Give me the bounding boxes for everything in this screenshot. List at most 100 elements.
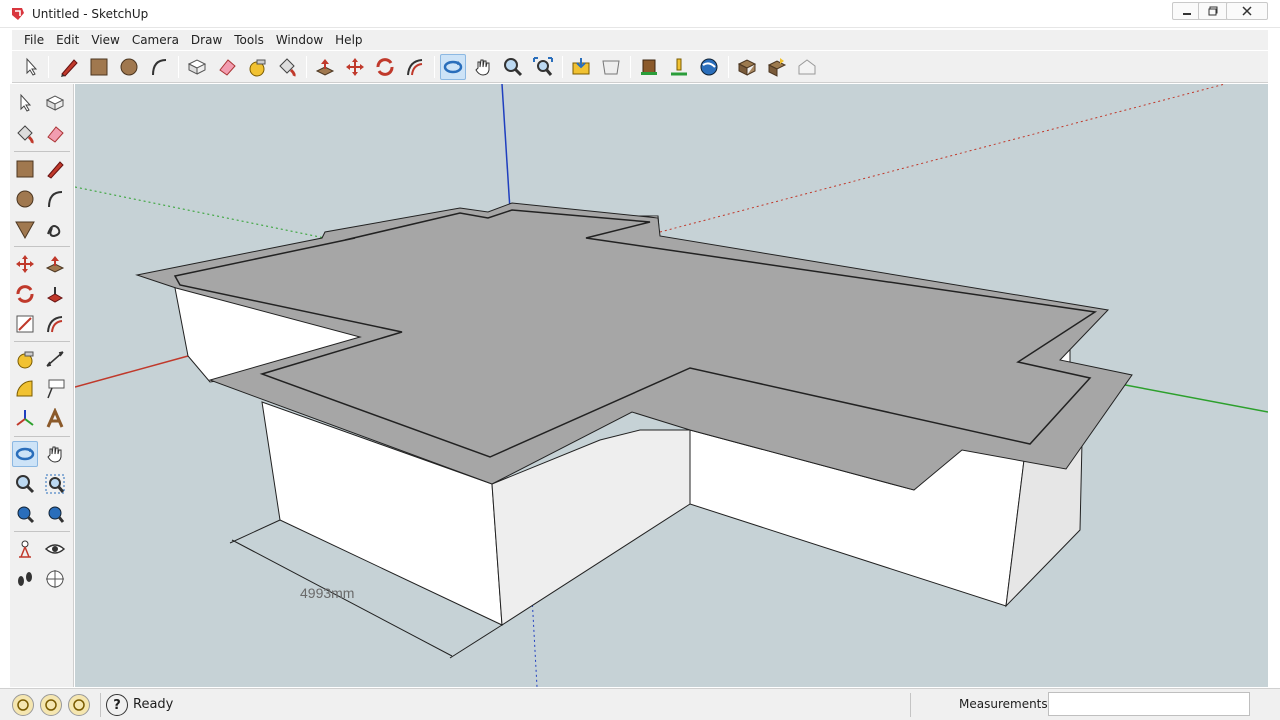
close-icon: [1242, 6, 1252, 16]
palette-3d-text-button[interactable]: [42, 406, 68, 432]
palette-pan-button[interactable]: [42, 441, 68, 467]
select-icon: [20, 93, 32, 112]
measurements-input[interactable]: [1048, 692, 1250, 716]
freehand-icon: [47, 225, 61, 238]
menu-edit[interactable]: Edit: [50, 33, 85, 47]
pencil-icon: [47, 161, 64, 179]
palette-follow-me-button[interactable]: [42, 281, 68, 307]
palette-dimension-button[interactable]: [42, 346, 68, 372]
palette-make-component-button[interactable]: [42, 90, 68, 116]
preview-button[interactable]: [794, 54, 820, 80]
3d-warehouse-button[interactable]: [636, 54, 662, 80]
palette-polygon-button[interactable]: [12, 216, 38, 242]
palette-push-pull-button[interactable]: [42, 251, 68, 277]
window-title: Untitled - SketchUp: [32, 7, 149, 21]
select-icon: [26, 57, 38, 76]
main-toolbar: [12, 51, 1268, 83]
rotate-tool-button[interactable]: [372, 54, 398, 80]
palette-look-around-button[interactable]: [42, 536, 68, 562]
green-axis-dotted: [75, 186, 326, 239]
paint-bucket-button[interactable]: [274, 54, 300, 80]
account-icon[interactable]: [68, 694, 90, 716]
zoom-tool-button[interactable]: [500, 54, 526, 80]
rectangle-tool-button[interactable]: [86, 54, 112, 80]
title-bar: Untitled - SketchUp: [0, 0, 1280, 28]
geo-location-icon[interactable]: [12, 694, 34, 716]
palette-paint-bucket-button[interactable]: [12, 121, 38, 147]
offset-tool-button[interactable]: [402, 54, 428, 80]
palette-orbit-button[interactable]: [12, 441, 38, 467]
palette-text-button[interactable]: [42, 376, 68, 402]
model-viewport[interactable]: 4993mm: [75, 84, 1268, 687]
menu-window[interactable]: Window: [270, 33, 329, 47]
eraser-icon: [47, 126, 64, 143]
restore-button[interactable]: [1198, 2, 1228, 20]
red-axis: [75, 355, 189, 388]
palette-scale-button[interactable]: [12, 311, 38, 337]
google-earth-button[interactable]: [696, 54, 722, 80]
preview-icon: [798, 59, 816, 75]
rotate-icon: [16, 285, 34, 303]
palette-previous-view-button[interactable]: [12, 501, 38, 527]
push-pull-icon: [45, 256, 65, 273]
share-model-button[interactable]: [598, 54, 624, 80]
add-location-button[interactable]: [666, 54, 692, 80]
push-pull-icon: [315, 59, 335, 76]
palette-eraser-button[interactable]: [42, 121, 68, 147]
palette-arc-button[interactable]: [42, 186, 68, 212]
menu-tools[interactable]: Tools: [228, 33, 270, 47]
palette-move-button[interactable]: [12, 251, 38, 277]
make-component-button[interactable]: [184, 54, 210, 80]
circle-icon: [120, 58, 138, 76]
menu-view[interactable]: View: [85, 33, 125, 47]
push-pull-button[interactable]: [312, 54, 338, 80]
move-tool-button[interactable]: [342, 54, 368, 80]
share-component-button[interactable]: [764, 54, 790, 80]
get-models-button[interactable]: [568, 54, 594, 80]
close-button[interactable]: [1226, 2, 1268, 20]
menu-draw[interactable]: Draw: [185, 33, 228, 47]
palette-freehand-button[interactable]: [42, 216, 68, 242]
palette-zoom-extents-button[interactable]: [42, 501, 68, 527]
orbit-tool-button[interactable]: [440, 54, 466, 80]
previous-view-icon: [17, 506, 35, 524]
protractor-icon: [16, 380, 33, 397]
palette-walk-button[interactable]: [12, 566, 38, 592]
credits-glyph: [45, 699, 57, 711]
zoom-extents-button[interactable]: [530, 54, 556, 80]
rectangle-icon: [90, 58, 108, 76]
pencil-tool-button[interactable]: [56, 54, 82, 80]
model-canvas[interactable]: 4993mm: [75, 84, 1268, 687]
pan-tool-button[interactable]: [470, 54, 496, 80]
palette-section-plane-button[interactable]: [42, 566, 68, 592]
palette-select-button[interactable]: [12, 90, 38, 116]
palette-pencil-button[interactable]: [42, 156, 68, 182]
menu-camera[interactable]: Camera: [126, 33, 185, 47]
palette-axes-button[interactable]: [12, 406, 38, 432]
palette-zoom-window-button[interactable]: [42, 471, 68, 497]
move-icon: [16, 255, 34, 273]
instructor-help-icon[interactable]: ?: [106, 694, 128, 716]
circle-icon: [16, 190, 34, 208]
window-frame-right: [1268, 28, 1280, 720]
position-camera-icon: [19, 540, 31, 558]
palette-offset-button[interactable]: [42, 311, 68, 337]
tape-measure-button[interactable]: [244, 54, 270, 80]
circle-tool-button[interactable]: [116, 54, 142, 80]
palette-tape-measure-button[interactable]: [12, 346, 38, 372]
palette-rotate-button[interactable]: [12, 281, 38, 307]
follow-me-icon: [46, 287, 64, 303]
scale-icon: [16, 315, 34, 333]
menu-file[interactable]: File: [18, 33, 50, 47]
menu-help[interactable]: Help: [329, 33, 368, 47]
palette-protractor-button[interactable]: [12, 376, 38, 402]
palette-circle-button[interactable]: [12, 186, 38, 212]
eraser-tool-button[interactable]: [214, 54, 240, 80]
palette-position-camera-button[interactable]: [12, 536, 38, 562]
arc-tool-button[interactable]: [146, 54, 172, 80]
palette-zoom-button[interactable]: [12, 471, 38, 497]
credits-icon[interactable]: [40, 694, 62, 716]
extension-warehouse-button[interactable]: [734, 54, 760, 80]
palette-rectangle-button[interactable]: [12, 156, 38, 182]
select-tool-button[interactable]: [18, 54, 44, 80]
